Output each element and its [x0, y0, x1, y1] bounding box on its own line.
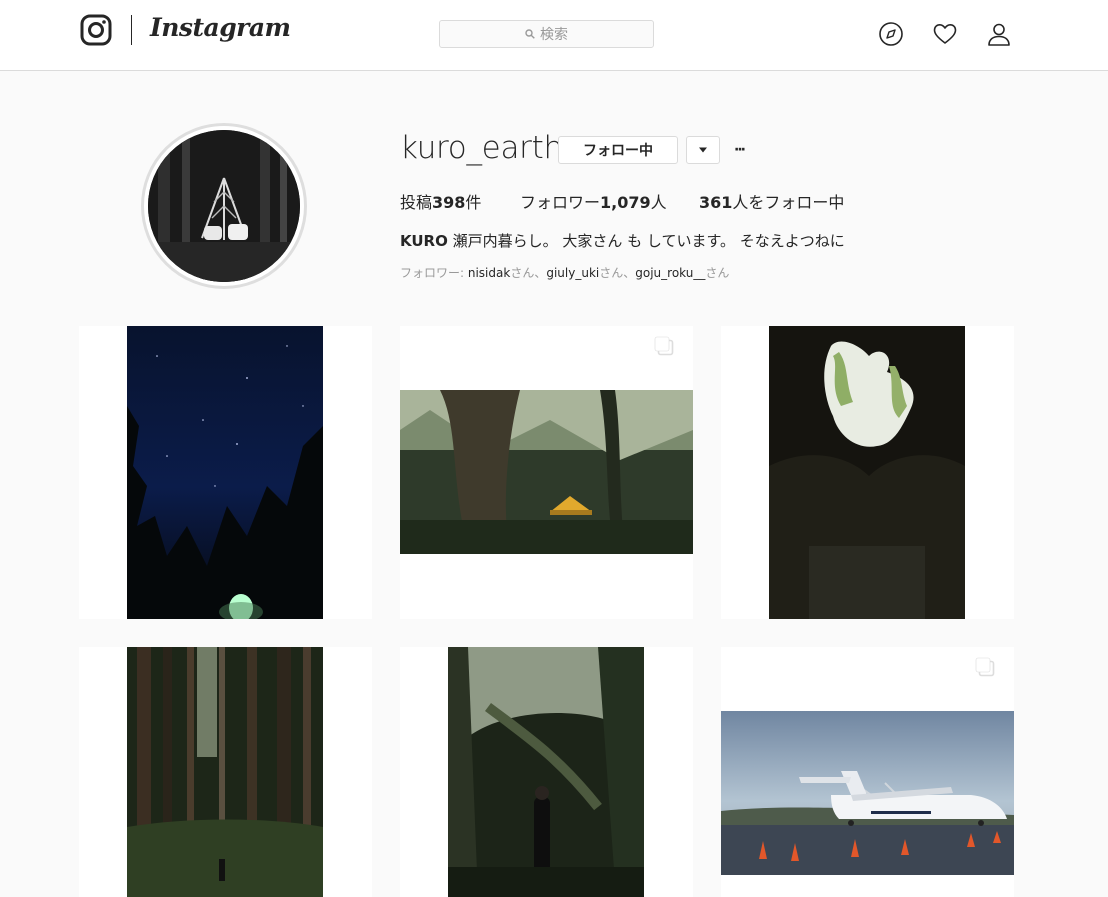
- post-photo: [769, 326, 965, 619]
- bio-name: KURO: [400, 232, 448, 250]
- post-tile-2[interactable]: [400, 326, 693, 619]
- profile-bio: KURO 瀬戸内暮らし。 大家さん も しています。 そなえよつねに: [400, 230, 845, 251]
- followed-by[interactable]: フォロワー: nisidakさん、giuly_ukiさん、goju_roku__…: [400, 264, 729, 281]
- followers-count[interactable]: フォロワー1,079人: [520, 189, 667, 213]
- post-tile-5[interactable]: [400, 647, 693, 897]
- search-icon: [525, 29, 535, 39]
- following-count[interactable]: 361人をフォロー中: [699, 189, 844, 213]
- multiple-photos-icon: [975, 657, 995, 677]
- avatar[interactable]: [148, 130, 300, 282]
- more-options-button[interactable]: ···: [728, 140, 750, 160]
- post-photo: [127, 326, 323, 619]
- post-photo: [721, 711, 1014, 875]
- post-tile-6[interactable]: [721, 647, 1014, 897]
- search-input[interactable]: 検索: [439, 20, 654, 48]
- instagram-glyph-icon[interactable]: [80, 14, 112, 46]
- more-options-icon: ···: [734, 142, 746, 158]
- post-tile-1[interactable]: [79, 326, 372, 619]
- multiple-photos-icon: [334, 658, 353, 677]
- search-placeholder: 検索: [540, 27, 568, 43]
- instagram-wordmark-logo[interactable]: Instagram: [150, 13, 291, 42]
- suggestions-dropdown-button[interactable]: [686, 136, 720, 164]
- explore-compass-icon[interactable]: [878, 21, 904, 47]
- avatar-photo: [148, 130, 300, 282]
- profile-username: kuro_earth: [400, 130, 563, 166]
- top-navigation-bar: Instagram 検索: [0, 0, 1108, 71]
- logo-divider: [131, 15, 132, 45]
- posts-count: 投稿398件: [400, 193, 482, 212]
- bio-text: 瀬戸内暮らし。 大家さん も しています。 そなえよつねに: [452, 232, 845, 250]
- post-photo: [448, 647, 644, 897]
- multiple-photos-icon: [654, 336, 674, 356]
- person-icon[interactable]: [986, 21, 1012, 47]
- post-photo: [127, 647, 323, 897]
- caret-down-icon: [699, 147, 707, 153]
- post-photo: [400, 390, 693, 554]
- post-tile-4[interactable]: [79, 647, 372, 897]
- post-tile-3[interactable]: [721, 326, 1014, 619]
- following-button[interactable]: フォロー中: [558, 136, 678, 164]
- multiple-photos-icon: [334, 337, 353, 356]
- multiple-photos-icon: [976, 337, 995, 356]
- heart-icon[interactable]: [932, 21, 958, 47]
